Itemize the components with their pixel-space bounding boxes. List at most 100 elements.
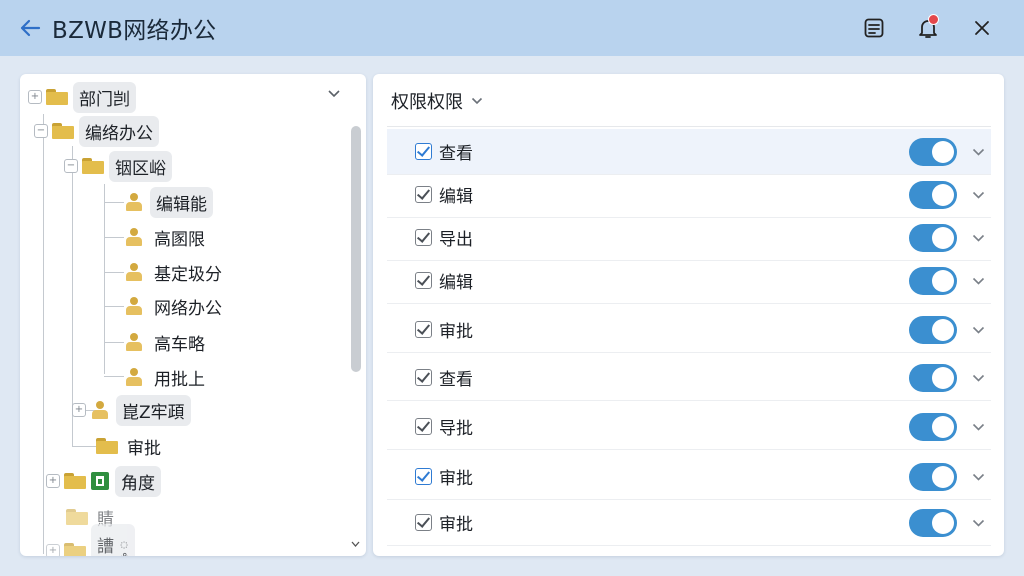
- back-button[interactable]: [10, 8, 50, 48]
- permission-checkbox[interactable]: [415, 143, 432, 160]
- tree-node-label: 用批上: [154, 369, 205, 390]
- permission-checkbox[interactable]: [415, 468, 432, 485]
- folder-icon: [64, 473, 86, 489]
- permission-row[interactable]: 审批: [387, 500, 991, 546]
- tree-node[interactable]: + 角度: [46, 465, 161, 497]
- chevron-down-icon[interactable]: [972, 274, 985, 288]
- tree-scrollbar[interactable]: [348, 104, 362, 552]
- permissions-title: 权限权限: [391, 92, 463, 113]
- tree-node-label: 编辑能: [150, 186, 213, 218]
- permission-toggle[interactable]: [909, 138, 957, 166]
- scrollbar-thumb[interactable]: [351, 126, 361, 372]
- permission-row[interactable]: 导出: [387, 215, 991, 261]
- permission-checkbox[interactable]: [415, 272, 432, 289]
- permission-checkbox[interactable]: [415, 418, 432, 435]
- chevron-down-icon[interactable]: [972, 516, 985, 530]
- tree-line: [104, 184, 105, 374]
- permission-row[interactable]: 查看: [387, 129, 991, 175]
- folder-icon: [46, 89, 68, 105]
- permissions-panel: 权限权限 查看 编辑 导出 编辑 审批 查看 导批 审批 审批: [373, 74, 1004, 556]
- chevron-down-icon[interactable]: [972, 188, 985, 202]
- chevron-down-icon[interactable]: [972, 145, 985, 159]
- permission-row[interactable]: 审批: [387, 454, 991, 500]
- permission-row[interactable]: 导批: [387, 404, 991, 450]
- permission-toggle[interactable]: [909, 509, 957, 537]
- tree-node-label: 崑Z牢頙: [116, 394, 191, 426]
- chevron-down-icon[interactable]: [972, 231, 985, 245]
- permission-toggle[interactable]: [909, 463, 957, 491]
- tree-node[interactable]: 基定圾分: [124, 257, 226, 287]
- tree-line: [72, 446, 96, 447]
- user-icon: [124, 296, 144, 316]
- permission-checkbox[interactable]: [415, 186, 432, 203]
- tree-node[interactable]: − 铟区峪: [64, 150, 172, 182]
- permission-label: 导批: [439, 419, 473, 439]
- permission-toggle[interactable]: [909, 181, 957, 209]
- tree-node-label: 角度: [115, 465, 161, 497]
- permission-label: 编辑: [439, 187, 473, 207]
- permission-row[interactable]: 编辑: [387, 172, 991, 218]
- user-icon: [124, 227, 144, 247]
- tree-node-label: 基定圾分: [154, 264, 222, 285]
- permission-checkbox[interactable]: [415, 321, 432, 338]
- tree-node-label: 高圂限: [154, 229, 205, 250]
- folder-icon: [96, 438, 118, 454]
- chevron-down-icon[interactable]: [972, 470, 985, 484]
- user-icon: [124, 332, 144, 352]
- permission-row[interactable]: 编辑: [387, 258, 991, 304]
- expand-toggle[interactable]: −: [64, 159, 78, 173]
- permission-checkbox[interactable]: [415, 229, 432, 246]
- expand-toggle[interactable]: +: [72, 403, 86, 417]
- expand-toggle[interactable]: +: [46, 544, 60, 556]
- chevron-down-icon[interactable]: [972, 371, 985, 385]
- tree-line: [43, 114, 44, 554]
- tree-node[interactable]: 编辑能: [124, 186, 213, 218]
- tree-node[interactable]: + 崑Z牢頙: [72, 394, 191, 426]
- permission-toggle[interactable]: [909, 267, 957, 295]
- tree-node[interactable]: 网络办公: [124, 291, 226, 321]
- permission-checkbox[interactable]: [415, 514, 432, 531]
- tree-node[interactable]: + 䜊 ༵: [46, 524, 135, 556]
- chevron-down-icon[interactable]: [327, 88, 341, 103]
- tree-root[interactable]: + 部门剀: [28, 81, 136, 113]
- permission-toggle[interactable]: [909, 364, 957, 392]
- permission-row[interactable]: 查看: [387, 355, 991, 401]
- notes-icon: [864, 18, 884, 38]
- permission-label: 查看: [439, 370, 473, 390]
- folder-icon: [66, 509, 88, 525]
- permission-label: 查看: [439, 144, 473, 164]
- tree-node-label: 铟区峪: [109, 150, 172, 182]
- permission-toggle[interactable]: [909, 316, 957, 344]
- tree-node[interactable]: 审批: [96, 431, 165, 461]
- tree-line: [104, 202, 124, 203]
- user-icon: [124, 367, 144, 387]
- notification-badge: [928, 14, 939, 25]
- tree-node-label: 䜊 ༵: [91, 524, 135, 556]
- tree-node[interactable]: 高车略: [124, 327, 209, 357]
- expand-toggle[interactable]: +: [28, 90, 42, 104]
- expand-toggle[interactable]: −: [34, 124, 48, 138]
- tree-node-label: 高车略: [154, 334, 205, 355]
- permission-toggle[interactable]: [909, 224, 957, 252]
- permissions-dropdown[interactable]: 权限权限: [391, 88, 483, 114]
- permission-checkbox[interactable]: [415, 369, 432, 386]
- expand-toggle[interactable]: +: [46, 474, 60, 488]
- permission-toggle[interactable]: [909, 413, 957, 441]
- notes-button[interactable]: [854, 8, 894, 48]
- user-icon: [90, 400, 110, 420]
- permission-label: 审批: [439, 469, 473, 489]
- chevron-down-icon[interactable]: [972, 420, 985, 434]
- tree-node-label: 编络办公: [79, 115, 159, 147]
- window-title: BZWB网络办公: [52, 18, 217, 44]
- scroll-down-icon[interactable]: [351, 540, 360, 550]
- tree-node[interactable]: 用批上: [124, 362, 209, 392]
- department-tree-panel: + 部门剀 − 编络办公 − 铟区峪 编辑能 高圂限 基定圾分 网络办公 高车略…: [20, 74, 366, 556]
- tree-line: [104, 306, 124, 307]
- tree-node[interactable]: − 编络办公: [34, 115, 159, 147]
- chevron-down-icon[interactable]: [972, 323, 985, 337]
- user-icon: [124, 192, 144, 212]
- permission-row[interactable]: 审批: [387, 307, 991, 353]
- tree-node[interactable]: 高圂限: [124, 222, 209, 252]
- notification-button[interactable]: [908, 8, 948, 48]
- close-button[interactable]: [962, 8, 1002, 48]
